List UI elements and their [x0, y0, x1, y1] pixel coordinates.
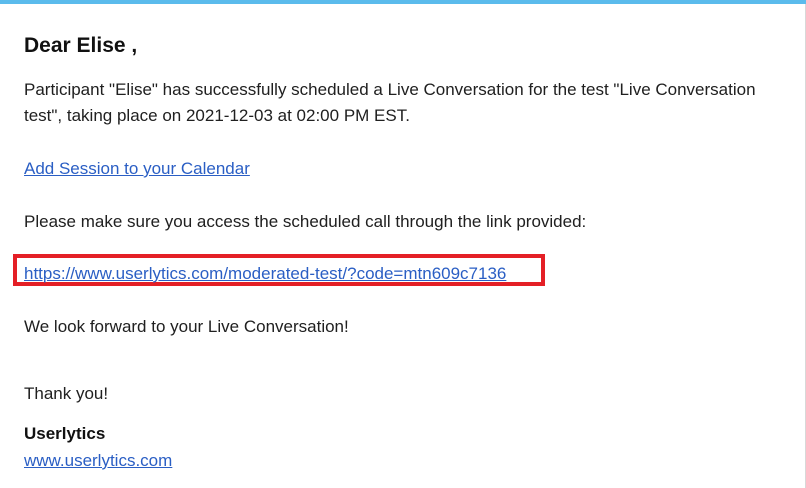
closing-message: We look forward to your Live Conversatio… [24, 317, 349, 336]
thanks-text: Thank you! [24, 384, 109, 403]
add-to-calendar-link[interactable]: Add Session to your Calendar [24, 156, 250, 182]
call-link[interactable]: https://www.userlytics.com/moderated-tes… [24, 261, 506, 287]
access-instructions: Please make sure you access the schedule… [24, 212, 587, 231]
accent-top-bar [0, 0, 806, 4]
company-name: Userlytics [24, 424, 106, 443]
email-page: Dear Elise , Participant "Elise" has suc… [0, 0, 806, 488]
greeting-heading: Dear Elise , [24, 34, 138, 57]
company-website-link[interactable]: www.userlytics.com [24, 448, 172, 474]
intro-paragraph: Participant "Elise" has successfully sch… [24, 80, 756, 125]
